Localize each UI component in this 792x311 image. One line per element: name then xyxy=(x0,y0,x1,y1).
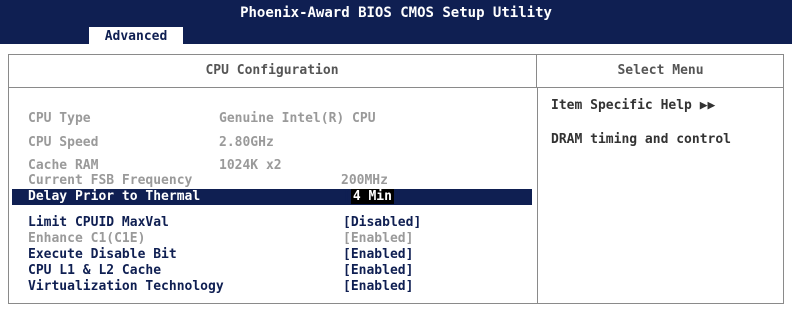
cpu-type-value: Genuine Intel(R) CPU xyxy=(219,111,376,126)
tab-bar: Advanced xyxy=(0,26,792,48)
pane-divider xyxy=(537,88,538,304)
cache-ram-value: 1024K x2 xyxy=(219,158,282,173)
enhance-c1e-label: Enhance C1(C1E) xyxy=(28,231,146,246)
cpu-type-label: CPU Type xyxy=(28,111,91,126)
cpu-cache-value[interactable]: [Enabled] xyxy=(343,263,413,278)
cpu-speed-label: CPU Speed xyxy=(28,135,99,150)
section-title: CPU Configuration xyxy=(8,54,537,88)
help-title: Item Specific Help ▶▶ xyxy=(551,98,716,113)
limit-cpuid-value[interactable]: [Disabled] xyxy=(343,215,421,230)
app-title: Phoenix-Award BIOS CMOS Setup Utility xyxy=(0,0,792,26)
delay-thermal-label[interactable]: Delay Prior to Thermal xyxy=(28,189,200,204)
bios-screen: Phoenix-Award BIOS CMOS Setup Utility Ad… xyxy=(0,0,792,311)
execute-disable-label[interactable]: Execute Disable Bit xyxy=(28,247,177,262)
virtualization-value[interactable]: [Enabled] xyxy=(343,279,413,294)
sidebar-title: Select Menu xyxy=(537,54,784,88)
enhance-c1e-value: [Enabled] xyxy=(343,231,414,246)
fsb-value: 200MHz xyxy=(341,173,388,188)
virtualization-label[interactable]: Virtualization Technology xyxy=(28,279,224,294)
cache-ram-label: Cache RAM xyxy=(28,158,99,173)
header-rule xyxy=(0,44,792,48)
delay-thermal-value[interactable]: [4 Min] xyxy=(343,189,402,204)
limit-cpuid-label[interactable]: Limit CPUID MaxVal xyxy=(28,215,169,230)
cpu-speed-value: 2.80GHz xyxy=(219,135,274,150)
execute-disable-value[interactable]: [Enabled] xyxy=(343,247,413,262)
help-text: DRAM timing and control xyxy=(551,132,732,147)
delay-thermal-selected[interactable]: 4 Min xyxy=(350,189,394,204)
cpu-cache-label[interactable]: CPU L1 & L2 Cache xyxy=(28,263,161,278)
fsb-label: Current FSB Frequency xyxy=(28,173,193,188)
